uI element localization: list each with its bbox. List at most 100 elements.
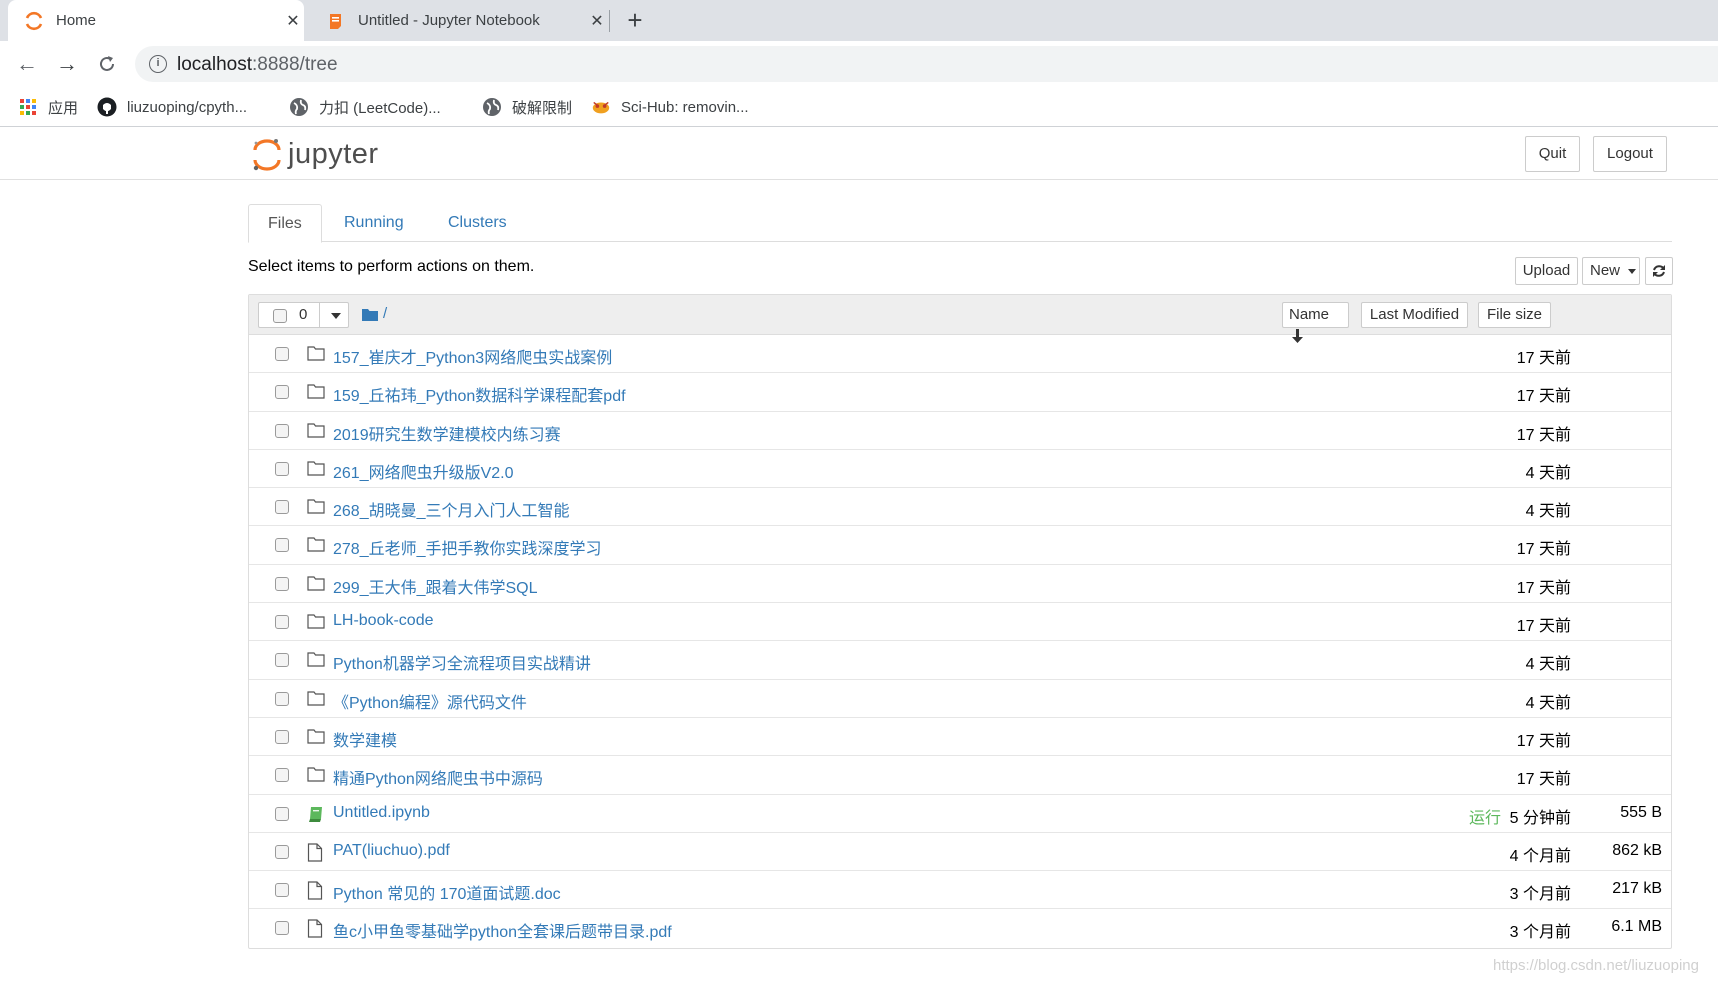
folder-icon — [307, 345, 325, 363]
item-name-link[interactable]: LH-book-code — [333, 612, 434, 630]
browser-tab-notebook[interactable]: Untitled - Jupyter Notebook ✕ — [312, 0, 608, 41]
item-name-link[interactable]: Untitled.ipynb — [333, 804, 430, 822]
sort-modified-button[interactable]: Last Modified — [1361, 302, 1468, 328]
row-checkbox[interactable] — [275, 921, 289, 936]
bookmark-label: Sci-Hub: removin... — [621, 98, 749, 116]
list-item[interactable]: 《Python编程》源代码文件 4 天前 — [249, 680, 1671, 718]
item-name-link[interactable]: 精通Python网络爬虫书中源码 — [333, 765, 543, 789]
caret-down-icon[interactable] — [331, 313, 341, 319]
item-name-link[interactable]: 159_丘祐玮_Python数据科学课程配套pdf — [333, 382, 626, 406]
item-name-link[interactable]: 268_胡晓曼_三个月入门人工智能 — [333, 497, 570, 521]
new-tab-button[interactable]: + — [620, 6, 650, 36]
forward-icon[interactable]: → — [54, 51, 80, 77]
back-icon[interactable]: ← — [14, 51, 40, 77]
jupyter-favicon-icon — [24, 11, 44, 31]
new-dropdown-button[interactable]: New — [1582, 257, 1640, 285]
item-modified: 17 天前 — [1516, 426, 1571, 444]
row-checkbox[interactable] — [275, 423, 289, 438]
file-icon — [307, 881, 325, 900]
list-item[interactable]: 2019研究生数学建模校内练习赛 17 天前 — [249, 412, 1671, 450]
item-name-link[interactable]: 157_崔庆才_Python3网络爬虫实战案例 — [333, 344, 612, 368]
upload-button[interactable]: Upload — [1515, 257, 1578, 285]
row-checkbox[interactable] — [275, 768, 289, 783]
globe-icon — [482, 97, 502, 117]
row-checkbox[interactable] — [275, 500, 289, 515]
close-tab-icon[interactable]: ✕ — [586, 11, 608, 31]
select-all-checkbox[interactable] — [273, 309, 287, 323]
row-checkbox[interactable] — [275, 883, 289, 898]
row-checkbox[interactable] — [275, 615, 289, 630]
address-bar[interactable]: i localhost:8888/tree — [135, 46, 1718, 82]
item-name-link[interactable]: PAT(liuchuo).pdf — [333, 842, 450, 860]
item-modified: 17 天前 — [1516, 771, 1571, 789]
folder-icon — [307, 422, 325, 440]
sort-name-button[interactable]: Name — [1282, 302, 1349, 344]
tab-clusters[interactable]: Clusters — [429, 204, 526, 243]
bookmark-leetcode[interactable]: 力扣 (LeetCode)... — [289, 95, 441, 119]
list-item[interactable]: 精通Python网络爬虫书中源码 17 天前 — [249, 756, 1671, 795]
item-name-link[interactable]: 数学建模 — [333, 727, 397, 751]
bookmark-scihub[interactable]: Sci-Hub: removin... — [591, 95, 749, 119]
row-checkbox[interactable] — [275, 576, 289, 591]
refresh-icon — [1651, 262, 1667, 288]
list-item[interactable]: Untitled.ipynb 运行 5 分钟前 555 B — [249, 795, 1671, 833]
item-name-link[interactable]: 鱼c小甲鱼零基础学python全套课后题带目录.pdf — [333, 918, 672, 942]
apps-grid-icon — [18, 97, 38, 117]
list-item[interactable]: Python 常见的 170道面试题.doc 3 个月前 217 kB — [249, 871, 1671, 910]
list-item[interactable]: LH-book-code 17 天前 — [249, 603, 1671, 642]
logout-button[interactable]: Logout — [1593, 136, 1667, 172]
sort-size-button[interactable]: File size — [1478, 302, 1551, 328]
row-checkbox[interactable] — [275, 653, 289, 668]
item-name-link[interactable]: Python 常见的 170道面试题.doc — [333, 880, 561, 904]
row-checkbox[interactable] — [275, 729, 289, 744]
list-item[interactable]: 数学建模 17 天前 — [249, 718, 1671, 757]
jupyter-logo[interactable]: jupyter — [252, 136, 379, 172]
list-item[interactable]: 261_网络爬虫升级版V2.0 4 天前 — [249, 450, 1671, 489]
row-checkbox[interactable] — [275, 844, 289, 859]
list-item[interactable]: 268_胡晓曼_三个月入门人工智能 4 天前 — [249, 488, 1671, 527]
row-checkbox[interactable] — [275, 806, 289, 821]
site-info-icon[interactable]: i — [149, 55, 167, 73]
reload-icon[interactable] — [94, 51, 120, 77]
row-checkbox[interactable] — [275, 461, 289, 476]
close-tab-icon[interactable]: ✕ — [282, 11, 304, 31]
browser-tab-home[interactable]: Home ✕ — [8, 0, 304, 41]
row-checkbox[interactable] — [275, 538, 289, 553]
list-item[interactable]: 159_丘祐玮_Python数据科学课程配套pdf 17 天前 — [249, 373, 1671, 412]
file-icon — [307, 919, 325, 939]
jupyter-logo-icon — [252, 136, 282, 172]
list-item[interactable]: Python机器学习全流程项目实战精讲 4 天前 — [249, 641, 1671, 680]
tab-files[interactable]: Files — [248, 204, 322, 243]
row-checkbox[interactable] — [275, 347, 289, 361]
bookmark-pojie[interactable]: 破解限制 — [482, 95, 572, 119]
notebook-icon — [307, 805, 325, 823]
item-modified: 5 分钟前 — [1509, 809, 1571, 827]
item-name-link[interactable]: 2019研究生数学建模校内练习赛 — [333, 421, 561, 445]
quit-button[interactable]: Quit — [1525, 136, 1580, 172]
browser-tab-title: Untitled - Jupyter Notebook — [358, 12, 540, 29]
list-item[interactable]: 278_丘老师_手把手教你实践深度学习 17 天前 — [249, 526, 1671, 565]
list-item[interactable]: 157_崔庆才_Python3网络爬虫实战案例 17 天前 — [249, 335, 1671, 374]
globe-icon — [289, 97, 309, 117]
list-item[interactable]: 鱼c小甲鱼零基础学python全套课后题带目录.pdf 3 个月前 6.1 MB — [249, 909, 1671, 947]
running-status: 运行 — [1468, 809, 1501, 827]
item-name-link[interactable]: 261_网络爬虫升级版V2.0 — [333, 459, 514, 483]
folder-icon — [307, 766, 325, 784]
file-list-header: 0 / Name Last Modified File size — [249, 295, 1671, 344]
bookmark-github[interactable]: liuzuoping/cpyth... — [97, 95, 247, 119]
browser-toolbar: ← → i localhost:8888/tree — [0, 41, 1718, 87]
breadcrumb[interactable]: / — [362, 305, 387, 322]
item-name-link[interactable]: Python机器学习全流程项目实战精讲 — [333, 650, 591, 674]
list-item[interactable]: 299_王大伟_跟着大伟学SQL 17 天前 — [249, 565, 1671, 604]
item-name-link[interactable]: 《Python编程》源代码文件 — [333, 689, 527, 713]
bookmark-apps[interactable]: 应用 — [18, 95, 78, 119]
item-name-link[interactable]: 299_王大伟_跟着大伟学SQL — [333, 574, 538, 598]
row-checkbox[interactable] — [275, 691, 289, 706]
list-item[interactable]: PAT(liuchuo).pdf 4 个月前 862 kB — [249, 833, 1671, 872]
tab-running[interactable]: Running — [325, 204, 423, 243]
refresh-button[interactable] — [1645, 257, 1673, 285]
item-name-link[interactable]: 278_丘老师_手把手教你实践深度学习 — [333, 535, 602, 559]
row-checkbox[interactable] — [275, 385, 289, 400]
select-all-group[interactable]: 0 — [258, 302, 349, 328]
item-modified: 17 天前 — [1516, 579, 1571, 597]
